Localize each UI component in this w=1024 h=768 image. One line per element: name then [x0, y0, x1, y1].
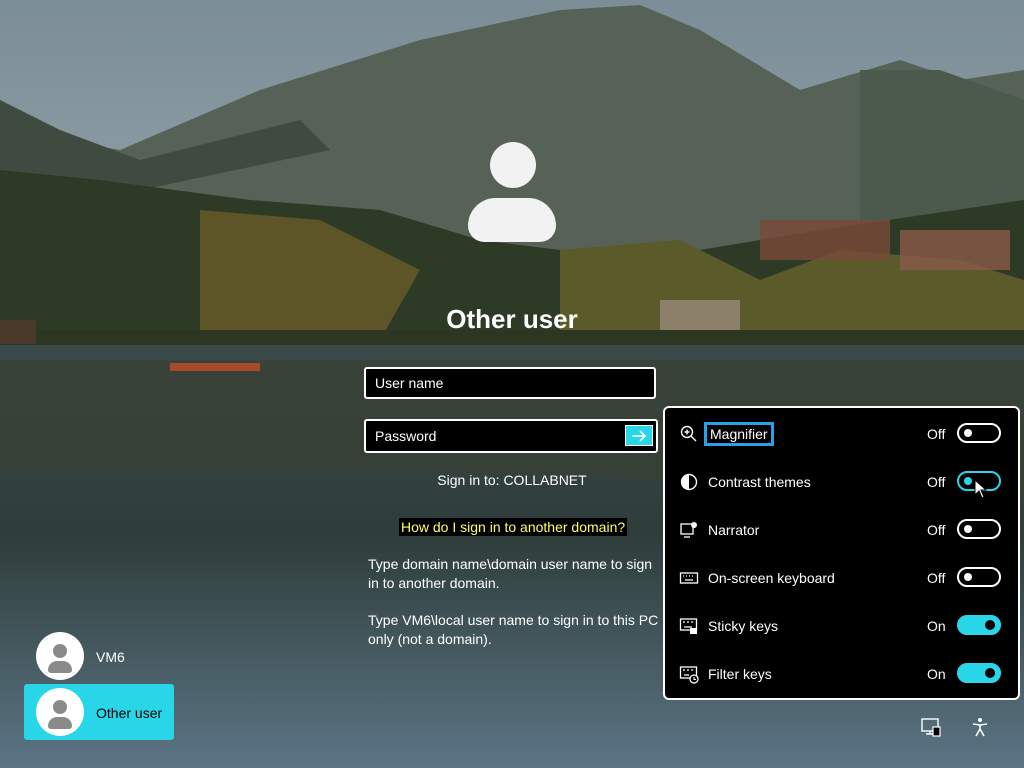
- on-screen-keyboard-toggle[interactable]: [957, 567, 1001, 587]
- narrator-toggle[interactable]: [957, 519, 1001, 539]
- sticky-keys-icon: [679, 618, 698, 634]
- user-tile-name: VM6: [96, 649, 125, 665]
- accessibility-panel: Magnifier Off Contrast themes Off Narrat…: [663, 406, 1020, 700]
- a11y-state-magnifier: Off: [927, 426, 946, 442]
- a11y-state-contrast: Off: [927, 474, 946, 490]
- a11y-label-keyboard: On-screen keyboard: [708, 570, 835, 586]
- avatar: [36, 688, 84, 736]
- a11y-label-narrator: Narrator: [708, 522, 760, 538]
- user-avatar-large: [468, 142, 556, 242]
- a11y-state-sticky-keys: On: [927, 618, 946, 634]
- a11y-row-magnifier[interactable]: Magnifier Off: [665, 410, 1018, 458]
- a11y-row-filter-keys[interactable]: Filter keys On: [665, 650, 1018, 698]
- submit-arrow-button[interactable]: [625, 425, 653, 446]
- user-tile-vm6[interactable]: VM6: [24, 628, 174, 684]
- magnifier-toggle[interactable]: [957, 423, 1001, 443]
- a11y-row-narrator[interactable]: Narrator Off: [665, 506, 1018, 554]
- contrast-icon: [680, 473, 698, 491]
- sticky-keys-toggle[interactable]: [957, 615, 1001, 635]
- filter-keys-icon: [679, 666, 699, 684]
- a11y-label-filter-keys: Filter keys: [708, 666, 772, 682]
- password-input[interactable]: [364, 419, 658, 453]
- a11y-state-filter-keys: On: [927, 666, 946, 682]
- keyboard-icon: [679, 572, 699, 584]
- avatar-head: [490, 142, 536, 188]
- mouse-cursor-icon: [974, 479, 988, 499]
- avatar-body: [468, 198, 556, 242]
- sign-in-domain-text: Sign in to: COLLABNET: [437, 472, 587, 488]
- a11y-label-magnifier: Magnifier: [704, 422, 774, 446]
- arrow-right-icon: [632, 429, 647, 442]
- domain-instructions: Type domain name\domain user name to sig…: [368, 556, 653, 591]
- a11y-row-contrast[interactable]: Contrast themes Off: [665, 458, 1018, 506]
- password-field-wrapper: [364, 419, 658, 453]
- avatar: [36, 632, 84, 680]
- a11y-row-keyboard[interactable]: On-screen keyboard Off: [665, 554, 1018, 602]
- a11y-row-sticky-keys[interactable]: Sticky keys On: [665, 602, 1018, 650]
- username-input[interactable]: [364, 367, 656, 399]
- accessibility-icon[interactable]: [969, 716, 991, 738]
- magnifier-icon: [680, 425, 697, 442]
- a11y-state-keyboard: Off: [927, 570, 946, 586]
- a11y-state-narrator: Off: [927, 522, 946, 538]
- user-display-name: Other user: [446, 304, 578, 334]
- user-tile-name: Other user: [96, 705, 163, 721]
- a11y-label-sticky-keys: Sticky keys: [708, 618, 779, 634]
- network-icon[interactable]: [920, 716, 942, 738]
- help-domain-link[interactable]: How do I sign in to another domain?: [399, 518, 628, 536]
- user-tile-other-user[interactable]: Other user: [24, 684, 174, 740]
- a11y-label-contrast: Contrast themes: [708, 474, 811, 490]
- filter-keys-toggle[interactable]: [957, 663, 1001, 683]
- narrator-icon: [680, 522, 697, 538]
- local-instructions: Type VM6\local user name to sign in to t…: [368, 612, 659, 647]
